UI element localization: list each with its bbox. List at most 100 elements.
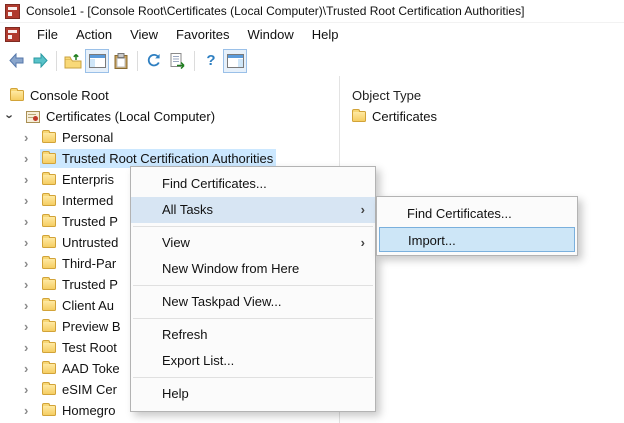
column-header-object-type[interactable]: Object Type	[352, 85, 624, 106]
context-menu: Find Certificates... All Tasks View New …	[130, 166, 376, 412]
up-level-button[interactable]	[61, 49, 85, 73]
back-icon	[8, 53, 25, 68]
mmc-app-icon	[5, 4, 20, 19]
toolbar-separator	[137, 51, 138, 71]
show-action-pane-button[interactable]	[223, 49, 247, 73]
menu-item-label: New Window from Here	[162, 261, 299, 276]
title-bar: Console1 - [Console Root\Certificates (L…	[0, 0, 624, 23]
tree-item-personal[interactable]: Personal	[0, 127, 339, 148]
show-action-pane-icon	[227, 54, 244, 68]
menu-item-label: Export List...	[162, 353, 234, 368]
folder-icon	[42, 216, 56, 227]
menu-item-new-taskpad-view[interactable]: New Taskpad View...	[131, 289, 375, 315]
toolbar: ?	[0, 45, 624, 77]
folder-icon	[42, 237, 56, 248]
forward-button[interactable]	[28, 49, 52, 73]
export-list-button[interactable]	[166, 49, 190, 73]
help-button[interactable]: ?	[199, 49, 223, 73]
chevron-collapsed-icon[interactable]	[24, 235, 40, 250]
chevron-collapsed-icon[interactable]	[24, 319, 40, 334]
tree-item-label: Third-Par	[62, 256, 116, 271]
menu-item-label: Help	[162, 386, 189, 401]
submenu-item-find-certificates[interactable]: Find Certificates...	[377, 200, 577, 227]
menu-item-help[interactable]: Help	[131, 381, 375, 407]
folder-icon	[42, 279, 56, 290]
export-list-icon	[170, 53, 187, 69]
help-icon: ?	[206, 53, 215, 68]
list-item-certificates[interactable]: Certificates	[352, 106, 624, 127]
chevron-collapsed-icon[interactable]	[24, 130, 40, 145]
menu-view[interactable]: View	[121, 25, 167, 44]
chevron-collapsed-icon[interactable]	[24, 172, 40, 187]
folder-icon	[42, 363, 56, 374]
menu-item-label: View	[162, 235, 190, 250]
menu-separator	[133, 226, 373, 227]
menu-item-all-tasks[interactable]: All Tasks	[131, 197, 375, 223]
window-title: Console1 - [Console Root\Certificates (L…	[26, 4, 524, 18]
menu-favorites[interactable]: Favorites	[167, 25, 238, 44]
back-button[interactable]	[4, 49, 28, 73]
refresh-button[interactable]	[142, 49, 166, 73]
submenu-item-import[interactable]: Import...	[379, 227, 575, 252]
menu-file[interactable]: File	[28, 25, 67, 44]
mmc-console-icon[interactable]	[5, 27, 20, 42]
tree-item-certificates-local-computer[interactable]: Certificates (Local Computer)	[0, 106, 339, 127]
chevron-collapsed-icon[interactable]	[24, 193, 40, 208]
menu-item-view[interactable]: View	[131, 230, 375, 256]
menu-separator	[133, 318, 373, 319]
tree-item-label: Trusted Root Certification Authorities	[62, 151, 273, 166]
tree-item-label: Trusted P	[62, 277, 118, 292]
chevron-collapsed-icon[interactable]	[24, 340, 40, 355]
folder-icon	[352, 111, 366, 122]
up-level-icon	[64, 53, 82, 69]
tree-item-label: Console Root	[30, 88, 109, 103]
tree-item-label: AAD Toke	[62, 361, 120, 376]
menu-item-find-certificates[interactable]: Find Certificates...	[131, 171, 375, 197]
menu-separator	[133, 285, 373, 286]
menu-help[interactable]: Help	[303, 25, 348, 44]
list-item-label: Certificates	[372, 109, 437, 124]
folder-icon	[42, 384, 56, 395]
submenu-arrow-icon	[361, 230, 365, 256]
folder-icon	[42, 153, 56, 164]
chevron-collapsed-icon[interactable]	[24, 403, 40, 418]
forward-icon	[32, 53, 49, 68]
tree-item-label: Certificates (Local Computer)	[46, 109, 215, 124]
menu-item-new-window-from-here[interactable]: New Window from Here	[131, 256, 375, 282]
menu-item-label: Find Certificates...	[407, 206, 512, 221]
chevron-collapsed-icon[interactable]	[24, 151, 40, 166]
tree-item-console-root[interactable]: Console Root	[0, 85, 339, 106]
menu-item-label: Find Certificates...	[162, 176, 267, 191]
chevron-collapsed-icon[interactable]	[24, 277, 40, 292]
tree-item-label: eSIM Cer	[62, 382, 117, 397]
tree-item-label: Trusted P	[62, 214, 118, 229]
chevron-collapsed-icon[interactable]	[24, 214, 40, 229]
chevron-collapsed-icon[interactable]	[24, 382, 40, 397]
show-console-tree-icon	[89, 54, 106, 68]
chevron-collapsed-icon[interactable]	[24, 298, 40, 313]
menu-item-export-list[interactable]: Export List...	[131, 348, 375, 374]
paste-icon	[114, 53, 128, 69]
menu-item-refresh[interactable]: Refresh	[131, 322, 375, 348]
folder-icon	[42, 258, 56, 269]
paste-button[interactable]	[109, 49, 133, 73]
folder-icon	[42, 132, 56, 143]
menu-separator	[133, 377, 373, 378]
tree-item-label: Homegro	[62, 403, 115, 418]
toolbar-separator	[194, 51, 195, 71]
chevron-collapsed-icon[interactable]	[24, 256, 40, 271]
folder-icon	[42, 321, 56, 332]
menu-action[interactable]: Action	[67, 25, 121, 44]
chevron-expanded-icon[interactable]	[8, 109, 24, 124]
menu-item-label: New Taskpad View...	[162, 294, 281, 309]
menu-item-label: Import...	[408, 233, 456, 248]
menu-item-label: Refresh	[162, 327, 208, 342]
tree-item-label: Intermed	[62, 193, 113, 208]
show-console-tree-button[interactable]	[85, 49, 109, 73]
menu-window[interactable]: Window	[239, 25, 303, 44]
tree-item-label: Personal	[62, 130, 113, 145]
chevron-collapsed-icon[interactable]	[24, 361, 40, 376]
certificates-store-icon	[26, 111, 40, 123]
tree-item-label: Client Au	[62, 298, 114, 313]
folder-icon	[42, 405, 56, 416]
